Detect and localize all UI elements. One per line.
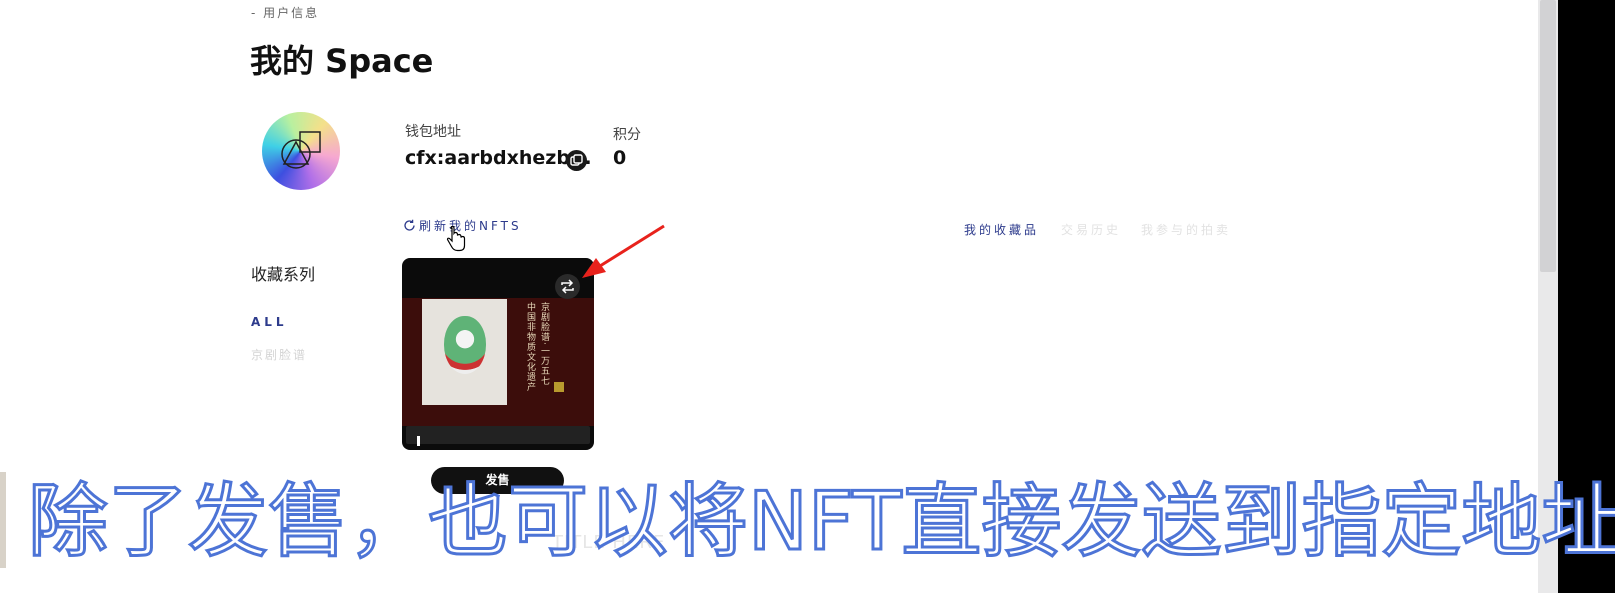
avatar-logo-icon [281,131,321,169]
pause-icon [417,436,420,446]
wallet-address-label: 钱包地址 [405,124,461,140]
artwork-text-2: 中国非物质文化遗产 [525,302,535,392]
page-title: 我的 Space [250,42,434,80]
opera-mask-image [444,316,486,374]
copy-icon [570,154,583,166]
collection-filter-peking-opera[interactable]: 京剧脸谱 [251,346,307,363]
copy-address-button[interactable] [566,150,587,171]
artwork-text-1: 京剧脸谱·一万五七 [539,302,549,386]
tab-trade-history[interactable]: 交易历史 [1061,221,1121,238]
pause-button[interactable] [417,431,425,446]
artwork-seal [554,382,564,392]
refresh-nfts-label: 刷新我的NFTS [419,219,522,233]
collection-filter-all[interactable]: ALL [251,315,288,329]
transfer-icon [561,279,574,294]
breadcrumb[interactable]: - 用户信息 [251,4,319,21]
collections-title: 收藏系列 [251,265,316,284]
refresh-icon [404,219,415,231]
hand-cursor-icon [446,226,466,252]
tab-my-auctions[interactable]: 我参与的拍卖 [1141,221,1231,238]
wallet-address-value: cfx:aarbdxhezb... [405,147,592,169]
tab-my-collectibles[interactable]: 我的收藏品 [964,221,1039,238]
avatar [262,112,340,190]
points-label: 积分 [613,127,641,143]
points-value: 0 [613,147,627,169]
video-control-bar [406,426,590,444]
transfer-nft-button[interactable] [555,274,580,299]
left-edge-strip [0,472,6,568]
scrollbar-thumb[interactable] [1540,0,1556,272]
video-subtitle: 除了发售，也可以将NFT直接发送到指定地址 [26,474,1615,569]
